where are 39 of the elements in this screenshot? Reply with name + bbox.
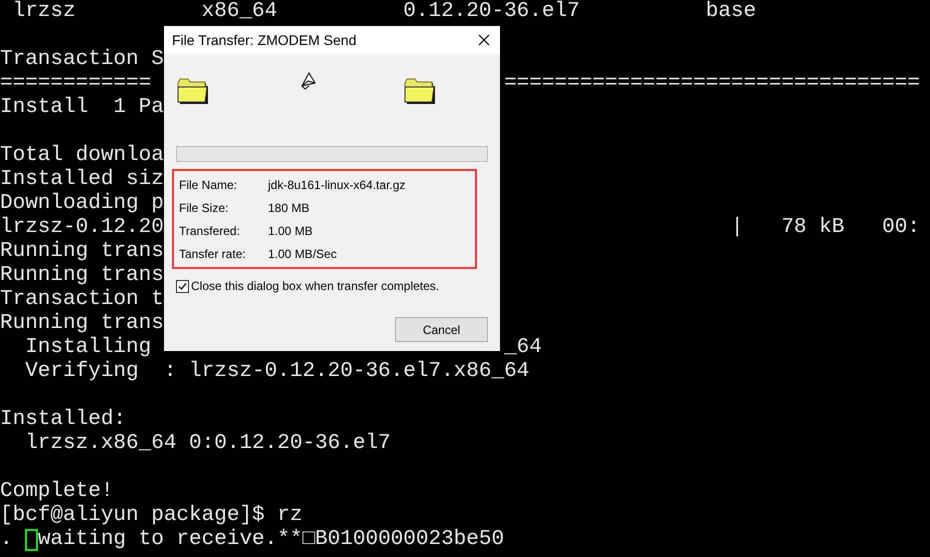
info-label: Transfered: bbox=[179, 222, 241, 240]
info-label: File Name: bbox=[179, 176, 238, 194]
terminal-line: ================================= bbox=[504, 72, 920, 96]
terminal-line: lrzsz.x86_64 0:0.12.20-36.el7 bbox=[24, 432, 391, 456]
checkbox-label: Close this dialog box when transfer completes. bbox=[191, 278, 440, 295]
checkbox[interactable] bbox=[176, 280, 189, 292]
terminal-line: Running trans bbox=[0, 312, 164, 336]
terminal-line: Running trans bbox=[0, 240, 164, 264]
paper-plane-icon bbox=[300, 72, 316, 90]
terminal-line: . bbox=[0, 528, 14, 552]
terminal-line: [bcf@aliyun package]$ rz bbox=[0, 504, 302, 528]
terminal-line: lrzsz x86_64 0.12.20-36.el7 base bbox=[12, 0, 756, 24]
info-value: 1.00 MB/Sec bbox=[268, 246, 337, 262]
terminal-line: Transaction t bbox=[0, 288, 164, 312]
terminal-line: waiting to receive.**□B0100000023be50 bbox=[38, 528, 504, 552]
terminal-line: Installed: bbox=[0, 408, 126, 432]
terminal-line: Install 1 Pa bbox=[0, 96, 164, 120]
info-value: jdk-8u161-linux-x64.tar.gz bbox=[268, 176, 406, 194]
terminal-line: lrzsz-0.12.20 bbox=[0, 216, 164, 240]
terminal-line: Verifying : lrzsz-0.12.20-36.el7.x86_64 bbox=[24, 360, 530, 384]
terminal-line: | 78 kB 00: bbox=[730, 216, 920, 240]
folder-icon bbox=[404, 76, 438, 106]
terminal-line: Running trans bbox=[0, 264, 164, 288]
folder-icon bbox=[177, 76, 211, 106]
cancel-button[interactable]: Cancel bbox=[395, 317, 488, 342]
info-value: 1.00 MB bbox=[268, 222, 313, 240]
info-value: 180 MB bbox=[268, 200, 310, 216]
terminal-line: Downloading p bbox=[0, 192, 164, 216]
terminal-line: Total downloa bbox=[0, 144, 164, 168]
terminal-line: Complete! bbox=[0, 480, 114, 504]
info-label: File Size: bbox=[179, 200, 230, 216]
terminal-line: Installing bbox=[24, 336, 152, 360]
close-icon[interactable] bbox=[478, 34, 490, 46]
terminal-line: Transaction S bbox=[0, 48, 164, 72]
window-title: File Transfer: ZMODEM Send bbox=[172, 30, 356, 50]
terminal-line: Installed siz bbox=[0, 168, 164, 192]
terminal-line: ============ bbox=[0, 72, 152, 96]
info-label: Tansfer rate: bbox=[179, 246, 247, 262]
terminal-line: _64 bbox=[504, 336, 542, 360]
